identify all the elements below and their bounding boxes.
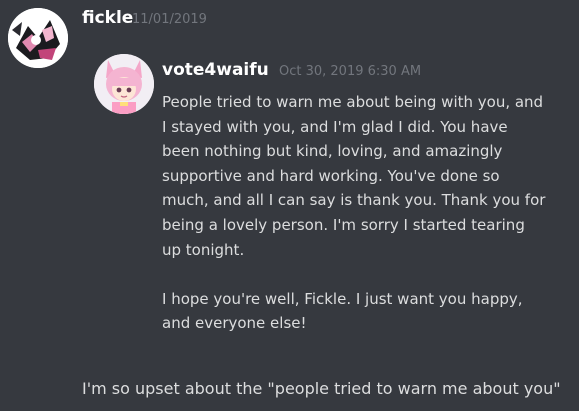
message-timestamp: 11/01/2019 [132,12,207,27]
message-author-name[interactable]: fickle [82,8,133,28]
message-text: I'm so upset about the "people tried to … [82,379,561,398]
quoted-message-line: much, and all I can say is thank you. Th… [162,191,546,210]
quoted-message-line: supportive and hard working. You've done… [162,166,500,185]
quoted-message-line: I stayed with you, and I'm glad I did. Y… [162,117,508,136]
quoted-message-line: People tried to warn me about being with… [162,93,544,111]
fickle-avatar-icon[interactable] [8,8,68,68]
quoted-message-line: and everyone else! [162,314,307,333]
quoted-message-line: being a lovely person. I'm sorry I start… [162,215,525,234]
vote4waifu-avatar-icon [94,54,154,114]
quoted-message-line: up tonight. [162,240,245,259]
quoted-message-body: People tried to warn me about being with… [162,90,567,336]
quoted-message-line: been nothing but kind, loving, and amazi… [162,142,503,161]
quoted-author-name: vote4waifu [162,60,269,80]
quoted-timestamp: Oct 30, 2019 6:30 AM [279,64,422,79]
quoted-message-blank-line [162,262,567,287]
quoted-message-line: I hope you're well, Fickle. I just want … [162,289,523,308]
